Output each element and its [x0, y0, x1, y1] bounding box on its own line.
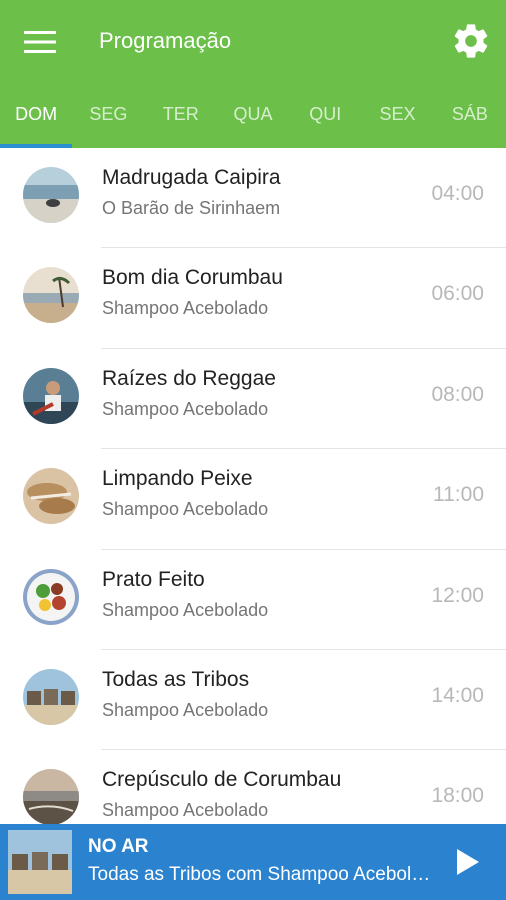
now-playing-title: Todas as Tribos com Shampoo Acebolado — [88, 864, 433, 885]
program-thumbnail — [23, 167, 79, 223]
program-title: Todas as Tribos — [102, 667, 250, 691]
tab-qui[interactable]: QUI — [289, 84, 361, 144]
on-air-label: NO AR — [88, 836, 149, 857]
settings-button[interactable] — [444, 16, 498, 66]
list-item[interactable]: Todas as Tribos Shampoo Acebolado 14:00 — [0, 650, 506, 751]
program-title: Crepúsculo de Corumbau — [102, 768, 342, 792]
program-time: 12:00 — [431, 583, 484, 607]
program-host: O Barão de Sirinhaem — [102, 198, 281, 218]
program-time: 14:00 — [431, 683, 484, 707]
hamburger-menu-icon — [24, 31, 56, 53]
tab-sab[interactable]: SÁB — [434, 84, 506, 144]
program-thumbnail — [23, 468, 79, 525]
program-host: Shampoo Acebolado — [102, 298, 269, 319]
program-thumbnail — [23, 367, 79, 424]
program-title: Limpando Peixe — [102, 467, 253, 491]
program-title: Bom dia Corumbau — [102, 266, 283, 290]
tab-seg[interactable]: SEG — [72, 84, 144, 144]
gear-icon — [454, 24, 488, 58]
tab-sex[interactable]: SEX — [361, 84, 433, 144]
play-button[interactable] — [446, 840, 490, 884]
program-host: Shampoo Acebolado — [102, 599, 269, 620]
program-host: Shampoo Acebolado — [102, 800, 269, 821]
list-item[interactable]: Crepúsculo de Corumbau Shampoo Acebolado… — [0, 750, 506, 824]
play-icon — [457, 849, 479, 875]
day-tabs: DOM SEG TER QUA QUI SEX SÁB — [0, 84, 506, 144]
page-title: Programação — [99, 28, 232, 53]
tab-qua[interactable]: QUA — [217, 84, 289, 144]
program-host: Shampoo Acebolado — [102, 699, 269, 720]
tab-ter[interactable]: TER — [145, 84, 217, 144]
list-item[interactable]: Bom dia Corumbau Shampoo Acebolado 06:00 — [0, 248, 506, 349]
program-host: Shampoo Acebolado — [102, 499, 269, 520]
list-item[interactable]: Limpando Peixe Shampoo Acebolado 11:00 — [0, 449, 506, 550]
list-item[interactable]: Madrugada Caipira O Barão de Sirinhaem 0… — [0, 148, 506, 249]
menu-button[interactable] — [14, 22, 66, 62]
program-time: 06:00 — [431, 282, 484, 306]
program-time: 04:00 — [431, 182, 484, 205]
list-item[interactable]: Raízes do Reggae Shampoo Acebolado 08:00 — [0, 349, 506, 450]
program-time: 08:00 — [431, 382, 484, 406]
program-title: Raízes do Reggae — [102, 366, 276, 390]
program-time: 18:00 — [431, 784, 484, 808]
program-host: Shampoo Acebolado — [102, 398, 269, 419]
program-thumbnail — [23, 769, 79, 824]
program-thumbnail — [23, 668, 79, 725]
program-title: Madrugada Caipira — [102, 166, 281, 189]
now-playing-bar[interactable]: NO AR Todas as Tribos com Shampoo Acebol… — [0, 824, 506, 900]
list-item[interactable]: Prato Feito Shampoo Acebolado 12:00 — [0, 550, 506, 650]
program-thumbnail — [23, 267, 79, 324]
app-screen: Programação DOM SEG TER QUA QUI SEX SÁB — [0, 0, 506, 900]
program-thumbnail — [23, 568, 79, 625]
tab-dom[interactable]: DOM — [0, 84, 72, 144]
program-title: Prato Feito — [102, 567, 205, 591]
program-time: 11:00 — [433, 483, 484, 507]
app-bar: Programação DOM SEG TER QUA QUI SEX SÁB — [0, 0, 506, 148]
now-playing-thumbnail — [8, 830, 72, 894]
schedule-list[interactable]: Madrugada Caipira O Barão de Sirinhaem 0… — [0, 148, 506, 824]
